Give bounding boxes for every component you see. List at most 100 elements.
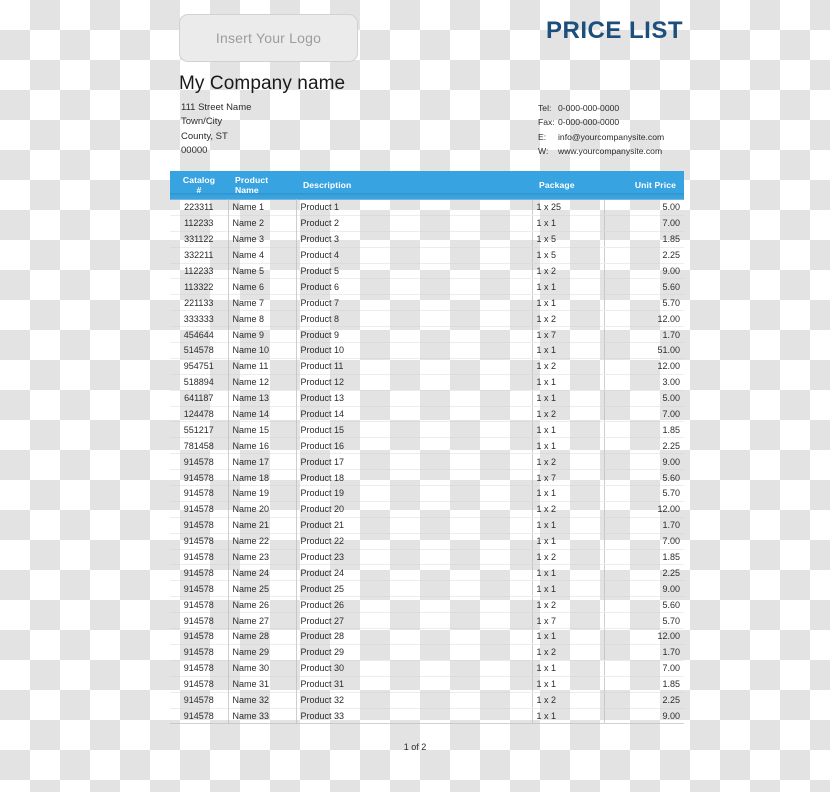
cell-package: 1 x 2 bbox=[531, 549, 604, 566]
price-list-table: Catalog # Product Name Description Packa… bbox=[170, 171, 684, 725]
cell-description: Product 22 bbox=[296, 533, 532, 550]
cell-package: 1 x 1 bbox=[531, 533, 604, 550]
cell-package: 1 x 1 bbox=[531, 485, 604, 502]
cell-package: 1 x 2 bbox=[531, 453, 604, 471]
cell-description: Product 33 bbox=[296, 708, 532, 725]
table-row[interactable]: 954751 Name 11 Product 11 1 x 2 12.00 bbox=[170, 358, 684, 375]
cell-catalog: 333333 bbox=[170, 310, 229, 328]
table-row[interactable]: 112233 Name 2 Product 21 x 1 7.00 bbox=[170, 215, 684, 232]
address-line-3: County, ST bbox=[181, 130, 228, 142]
table-row[interactable]: 332211 Name 4 Product 41 x 5 2.25 bbox=[170, 247, 684, 264]
table-row[interactable]: 113322 Name 6 Product 61 x 1 5.60 bbox=[170, 278, 684, 296]
cell-description: Product 10 bbox=[296, 342, 532, 359]
contact-fax: Fax: 0-000-000-0000 bbox=[538, 115, 664, 129]
table-row[interactable]: 551217 Name 15 Product 15 1 x 1 1.85 bbox=[170, 421, 684, 439]
cell-catalog: 223311 bbox=[170, 199, 229, 216]
email-value[interactable]: info@yourcompanysite.com bbox=[558, 130, 664, 144]
cell-unit-price: 5.70 bbox=[603, 485, 684, 502]
cell-package: 1 x 1 bbox=[531, 421, 604, 439]
company-name: My Company name bbox=[179, 73, 346, 94]
cell-catalog: 914578 bbox=[170, 517, 229, 534]
table-row[interactable]: 914578 Name 24 Product 24 1 x 1 2.25 bbox=[170, 564, 684, 582]
table-row[interactable]: 914578 Name 26 Product 26 1 x 2 5.60 bbox=[170, 596, 684, 614]
column-header-catalog[interactable]: Catalog # bbox=[170, 171, 228, 200]
cell-product-name: Name 22 bbox=[228, 533, 297, 550]
column-header-product-name-label: Product Name bbox=[235, 175, 269, 195]
column-header-catalog-line2: # bbox=[196, 185, 202, 195]
cell-description: Product 16 bbox=[296, 437, 532, 455]
cell-unit-price: 5.70 bbox=[603, 612, 684, 630]
table-row[interactable]: 914578 Name 32 Product 32 1 x 2 2.25 bbox=[170, 692, 684, 709]
column-header-product-name[interactable]: Product Name bbox=[228, 171, 296, 200]
cell-description: Product 11 bbox=[296, 358, 532, 375]
table-row[interactable]: 514578 Name 10 Product 10 1 x 1 51.00 bbox=[170, 342, 684, 359]
cell-package: 1 x 1 bbox=[531, 278, 604, 296]
table-row[interactable]: 914578 Name 33 Product 33 1 x 1 9.00 bbox=[170, 708, 684, 725]
table-row[interactable]: 454644 Name 9 Product 91 x 7 1.70 bbox=[170, 326, 684, 344]
logo-placeholder[interactable]: Insert Your Logo bbox=[179, 14, 358, 62]
cell-catalog: 641187 bbox=[170, 390, 229, 407]
table-row[interactable]: 112233 Name 5 Product 51 x 2 9.00 bbox=[170, 263, 684, 280]
cell-unit-price: 5.60 bbox=[603, 596, 684, 614]
table-row[interactable]: 914578 Name 19 Product 19 1 x 1 5.70 bbox=[170, 485, 684, 502]
cell-product-name: Name 20 bbox=[228, 501, 297, 518]
cell-product-name: Name 12 bbox=[228, 374, 297, 391]
column-header-package[interactable]: Package bbox=[532, 171, 604, 200]
cell-product-name: Name 31 bbox=[228, 676, 297, 693]
table-row[interactable]: 124478 Name 14 Product 14 1 x 2 7.00 bbox=[170, 406, 684, 423]
cell-catalog: 914578 bbox=[170, 612, 229, 630]
cell-package: 1 x 2 bbox=[531, 596, 604, 614]
cell-package: 1 x 1 bbox=[531, 580, 604, 598]
cell-unit-price: 1.85 bbox=[603, 676, 684, 693]
cell-product-name: Name 18 bbox=[228, 469, 297, 487]
cell-catalog: 551217 bbox=[170, 421, 229, 439]
cell-catalog: 914578 bbox=[170, 453, 229, 471]
cell-product-name: Name 3 bbox=[228, 231, 297, 248]
cell-catalog: 113322 bbox=[170, 278, 229, 296]
website-value[interactable]: www.yourcompanysite.com bbox=[558, 144, 662, 158]
table-row[interactable]: 781458 Name 16 Product 16 1 x 1 2.25 bbox=[170, 437, 684, 455]
table-row[interactable]: 914578 Name 25 Product 25 1 x 1 9.00 bbox=[170, 580, 684, 598]
cell-catalog: 914578 bbox=[170, 564, 229, 582]
cell-product-name: Name 29 bbox=[228, 644, 297, 661]
table-row[interactable]: 914578 Name 31 Product 31 1 x 1 1.85 bbox=[170, 676, 684, 693]
cell-unit-price: 7.00 bbox=[603, 660, 684, 677]
table-row[interactable]: 221133 Name 7 Product 71 x 1 5.70 bbox=[170, 294, 684, 312]
cell-description: Product 32 bbox=[296, 692, 532, 709]
table-row[interactable]: 223311 Name 1 Product 11 x 25 5.00 bbox=[170, 199, 684, 216]
cell-catalog: 954751 bbox=[170, 358, 229, 375]
contact-email: E: info@yourcompanysite.com bbox=[538, 130, 664, 144]
table-row[interactable]: 914578 Name 23 Product 23 1 x 2 1.85 bbox=[170, 549, 684, 566]
cell-unit-price: 2.25 bbox=[603, 564, 684, 582]
cell-package: 1 x 25 bbox=[531, 199, 604, 216]
column-header-description[interactable]: Description bbox=[296, 171, 532, 200]
cell-catalog: 454644 bbox=[170, 326, 229, 344]
table-row[interactable]: 333333 Name 8 Product 81 x 2 12.00 bbox=[170, 310, 684, 328]
cell-description: Product 31 bbox=[296, 676, 532, 693]
table-row[interactable]: 914578 Name 27 Product 27 1 x 7 5.70 bbox=[170, 612, 684, 630]
cell-catalog: 331122 bbox=[170, 231, 229, 248]
cell-description: Product 24 bbox=[296, 564, 532, 582]
table-row[interactable]: 914578 Name 21 Product 21 1 x 1 1.70 bbox=[170, 517, 684, 534]
table-row[interactable]: 914578 Name 28 Product 28 1 x 1 12.00 bbox=[170, 628, 684, 645]
table-row[interactable]: 914578 Name 20 Product 20 1 x 2 12.00 bbox=[170, 501, 684, 518]
cell-product-name: Name 28 bbox=[228, 628, 297, 645]
cell-description: Product 19 bbox=[296, 485, 532, 502]
cell-description: Product 28 bbox=[296, 628, 532, 645]
cell-product-name: Name 9 bbox=[228, 326, 297, 344]
cell-product-name: Name 8 bbox=[228, 310, 297, 328]
table-row[interactable]: 914578 Name 30 Product 30 1 x 1 7.00 bbox=[170, 660, 684, 677]
cell-product-name: Name 26 bbox=[228, 596, 297, 614]
table-row[interactable]: 518894 Name 12 Product 12 1 x 1 3.00 bbox=[170, 374, 684, 391]
table-row[interactable]: 914578 Name 22 Product 22 1 x 1 7.00 bbox=[170, 533, 684, 550]
table-body: 223311 Name 1 Product 11 x 25 5.00 112233 Nam… bbox=[170, 199, 684, 725]
cell-product-name: Name 11 bbox=[228, 358, 297, 375]
table-row[interactable]: 914578 Name 29 Product 29 1 x 2 1.70 bbox=[170, 644, 684, 661]
cell-package: 1 x 2 bbox=[531, 263, 604, 280]
table-row[interactable]: 914578 Name 18 Product 18 1 x 7 5.60 bbox=[170, 469, 684, 487]
table-row[interactable]: 914578 Name 17 Product 17 1 x 2 9.00 bbox=[170, 453, 684, 471]
table-row[interactable]: 641187 Name 13 Product 13 1 x 1 5.00 bbox=[170, 390, 684, 407]
column-header-unit-price[interactable]: Unit Price bbox=[604, 171, 684, 200]
table-row[interactable]: 331122 Name 3 Product 31 x 5 1.85 bbox=[170, 231, 684, 248]
cell-product-name: Name 13 bbox=[228, 390, 297, 407]
